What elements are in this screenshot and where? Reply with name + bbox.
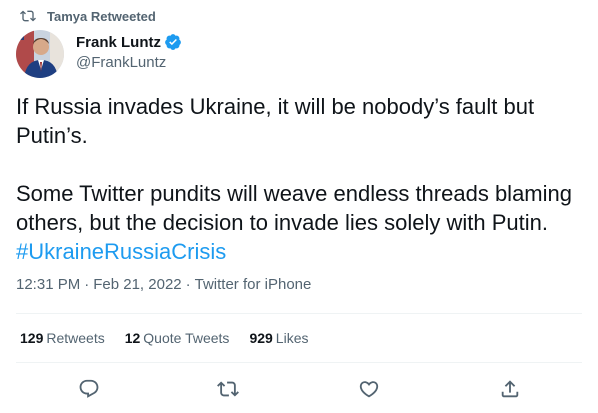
verified-badge-icon — [165, 34, 181, 50]
likes-stat[interactable]: 929 Likes — [249, 330, 308, 346]
like-button[interactable] — [352, 372, 386, 406]
author-info: Frank Luntz @FrankLuntz — [76, 32, 182, 71]
tweet-meta: 12:31 PM · Feb 21, 2022 · Twitter for iP… — [16, 276, 311, 293]
tweet-paragraph-2: Some Twitter pundits will weave endless … — [16, 181, 579, 235]
quote-tweets-count: 12 — [124, 330, 141, 346]
retweet-icon — [20, 10, 36, 22]
retweet-button[interactable] — [211, 372, 245, 406]
tweet-actions — [0, 372, 598, 406]
share-icon — [501, 380, 519, 398]
hashtag-link[interactable]: #UkraineRussiaCrisis — [16, 239, 226, 264]
avatar-image — [16, 30, 64, 78]
tweet-stats: 129 Retweets 12 Quote Tweets 929 Likes — [20, 330, 328, 346]
avatar[interactable] — [16, 30, 64, 78]
reply-icon — [79, 379, 99, 398]
tweet-date[interactable]: Feb 21, 2022 — [93, 276, 181, 293]
retweets-label: Retweets — [46, 330, 105, 346]
meta-separator: · — [185, 276, 191, 293]
reply-button[interactable] — [72, 372, 106, 406]
quote-tweets-label: Quote Tweets — [143, 330, 230, 346]
tweet-paragraph-1: If Russia invades Ukraine, it will be no… — [16, 94, 541, 148]
divider — [16, 362, 582, 363]
share-button[interactable] — [493, 372, 527, 406]
retweet-icon — [217, 381, 239, 397]
tweet-source[interactable]: Twitter for iPhone — [195, 276, 312, 293]
tweet-text: If Russia invades Ukraine, it will be no… — [16, 92, 582, 266]
meta-separator: · — [84, 276, 90, 293]
retweet-context[interactable]: Tamya Retweeted — [20, 7, 156, 25]
like-icon — [359, 381, 379, 398]
retweets-stat[interactable]: 129 Retweets — [20, 330, 105, 346]
likes-count: 929 — [249, 330, 273, 346]
user-handle[interactable]: @FrankLuntz — [76, 54, 182, 71]
tweet-time[interactable]: 12:31 PM — [16, 276, 80, 293]
retweet-context-text: Tamya Retweeted — [47, 8, 156, 24]
display-name-row: Frank Luntz — [76, 32, 182, 52]
tweet: Tamya Retweeted Frank Luntz @FrankLuntz … — [0, 0, 598, 413]
likes-label: Likes — [275, 330, 309, 346]
display-name[interactable]: Frank Luntz — [76, 34, 161, 51]
retweets-count: 129 — [20, 330, 44, 346]
divider — [16, 313, 582, 314]
quote-tweets-stat[interactable]: 12 Quote Tweets — [125, 330, 230, 346]
